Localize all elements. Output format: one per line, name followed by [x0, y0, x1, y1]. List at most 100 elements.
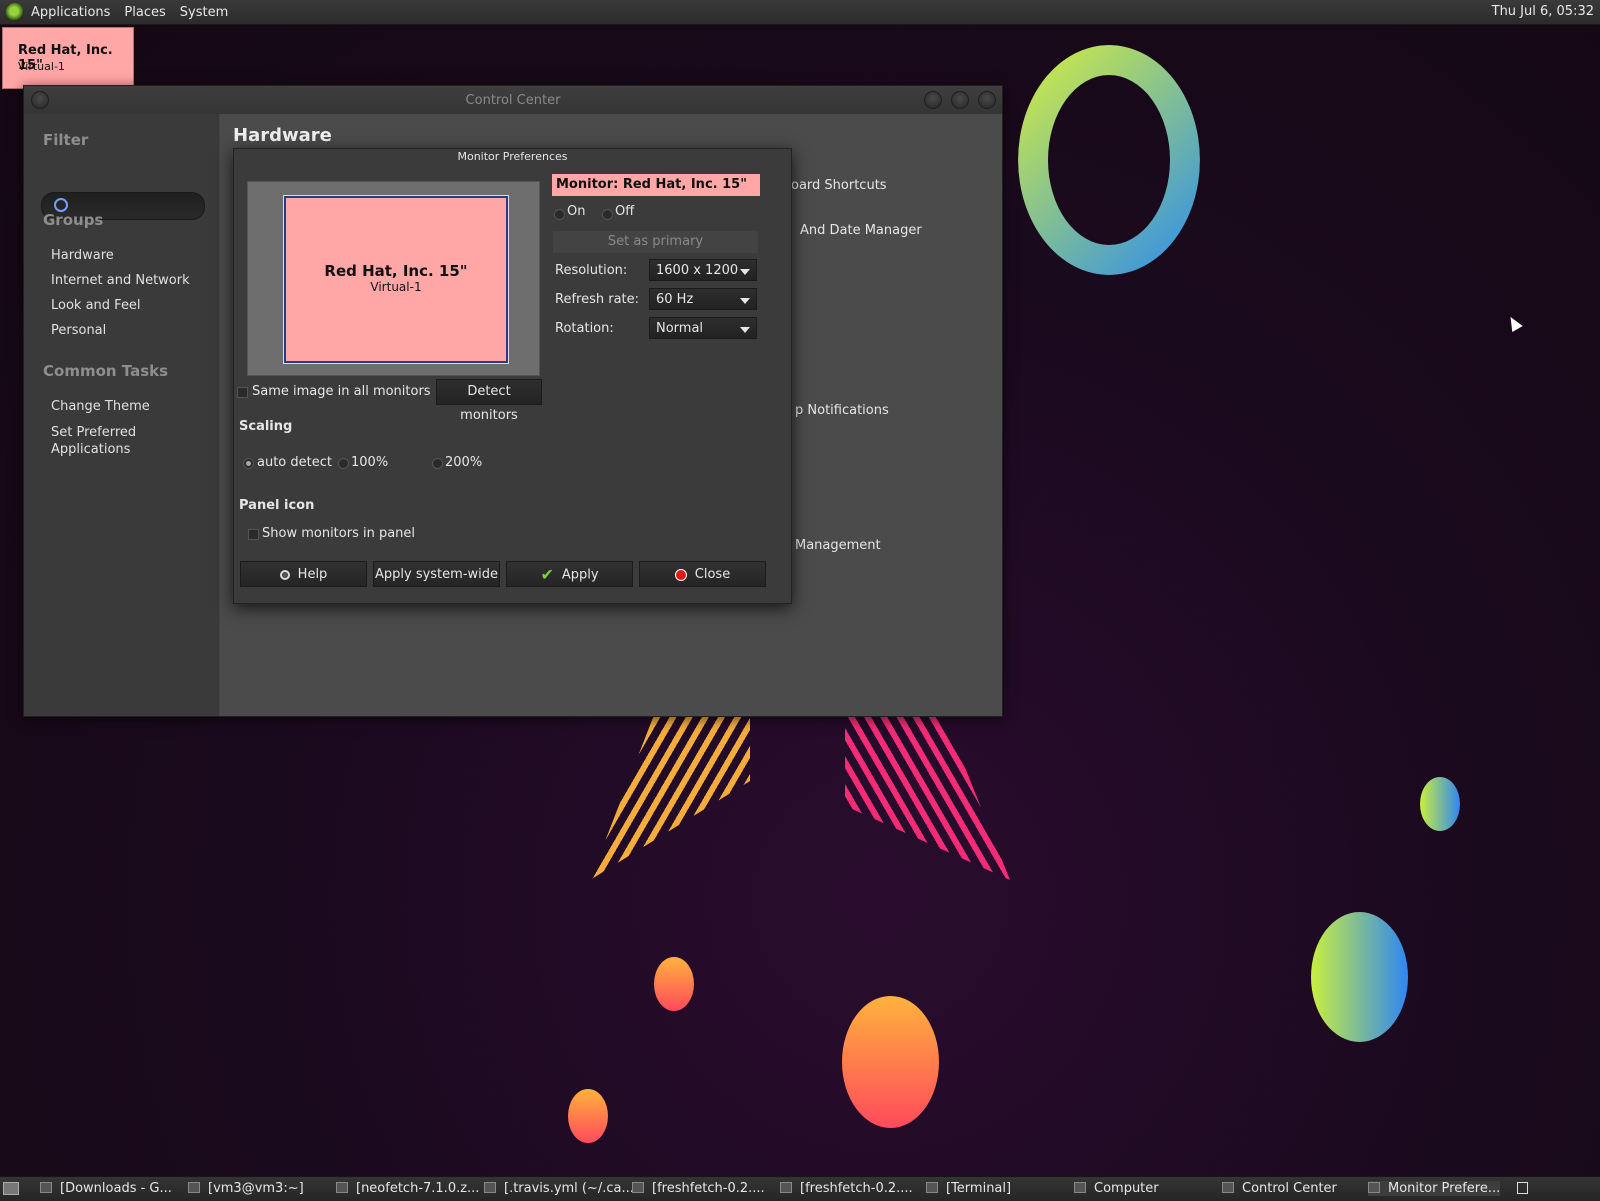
sidebar-item-look-and-feel[interactable]: Look and Feel	[51, 298, 141, 313]
task-vm3-terminal[interactable]: [vm3@vm3:~]	[188, 1181, 304, 1196]
workspace-switcher-icon[interactable]	[1517, 1182, 1528, 1194]
task-monitor-preferences[interactable]: Monitor Prefere...	[1368, 1181, 1501, 1196]
monitor-layout-preview[interactable]: Red Hat, Inc. 15" Virtual-1	[247, 181, 540, 376]
task-label: [Downloads - G...	[60, 1181, 172, 1196]
wallpaper-blob	[1420, 777, 1460, 831]
task-label: Monitor Prefere...	[1388, 1181, 1501, 1196]
filter-heading: Filter	[43, 131, 89, 149]
sidebar-item-personal[interactable]: Personal	[51, 323, 106, 338]
terminal-icon	[926, 1182, 938, 1193]
scaling-200-label[interactable]: 200%	[445, 455, 482, 470]
archive-icon	[780, 1182, 792, 1193]
search-icon	[54, 198, 68, 212]
task-change-theme[interactable]: Change Theme	[51, 399, 150, 414]
apply-button[interactable]: ✔ Apply	[506, 561, 633, 587]
menu-applications[interactable]: Applications	[24, 5, 117, 20]
on-radio[interactable]	[554, 209, 565, 220]
chevron-down-icon	[740, 327, 750, 333]
scaling-heading: Scaling	[239, 419, 293, 434]
clock[interactable]: Thu Jul 6, 05:32	[1492, 4, 1594, 19]
mate-logo-icon[interactable]	[6, 3, 24, 21]
task-travis-yml[interactable]: [.travis.yml (~/.ca...	[484, 1181, 634, 1196]
resolution-select[interactable]: 1600 x 1200	[649, 259, 757, 281]
monitor-name-label: Monitor: Red Hat, Inc. 15"	[552, 174, 760, 196]
common-tasks-heading: Common Tasks	[43, 362, 169, 380]
sidebar-item-hardware[interactable]: Hardware	[51, 248, 114, 263]
show-in-panel-checkbox[interactable]	[248, 529, 259, 540]
task-control-center[interactable]: Control Center	[1222, 1181, 1337, 1196]
wallpaper-blob	[654, 957, 694, 1011]
monitor-osd-label: Red Hat, Inc. 15" Virtual-1	[2, 27, 134, 89]
resolution-value: 1600 x 1200	[656, 263, 739, 278]
wallpaper-blob	[568, 1089, 608, 1143]
same-image-label[interactable]: Same image in all monitors	[252, 384, 431, 399]
preview-monitor[interactable]: Red Hat, Inc. 15" Virtual-1	[283, 195, 509, 364]
wallpaper-stripes-left	[590, 715, 750, 880]
sidebar: Filter Groups Hardware Internet and Netw…	[24, 114, 219, 716]
panel-icon-heading: Panel icon	[239, 498, 315, 513]
scaling-100-radio[interactable]	[338, 458, 349, 469]
menu-system[interactable]: System	[173, 5, 235, 20]
wallpaper-stripes-right	[845, 715, 1010, 880]
scaling-auto-radio[interactable]	[243, 458, 254, 469]
rotation-value: Normal	[656, 321, 704, 336]
show-desktop-icon[interactable]	[3, 1182, 19, 1195]
groups-heading: Groups	[43, 211, 104, 229]
task-freshfetch-1[interactable]: [freshfetch-0.2....	[632, 1181, 765, 1196]
on-label[interactable]: On	[567, 204, 585, 219]
help-button[interactable]: Help	[240, 561, 367, 587]
apply-button-label: Apply	[561, 567, 599, 583]
sidebar-item-internet[interactable]: Internet and Network	[51, 273, 190, 288]
off-radio[interactable]	[602, 209, 613, 220]
text-editor-icon	[484, 1182, 496, 1193]
same-image-checkbox[interactable]	[237, 387, 248, 398]
scaling-auto-label[interactable]: auto detect	[257, 455, 332, 470]
monitor-preferences-dialog: Monitor Preferences Red Hat, Inc. 15" Vi…	[233, 148, 792, 604]
set-as-primary-button[interactable]: Set as primary	[553, 231, 758, 253]
monitor-icon	[1368, 1182, 1380, 1193]
dialog-title[interactable]: Monitor Preferences	[234, 150, 791, 168]
task-downloads[interactable]: [Downloads - G...	[40, 1181, 172, 1196]
item-popup-notifications[interactable]: p Notifications	[795, 403, 889, 418]
show-in-panel-label[interactable]: Show monitors in panel	[262, 526, 415, 541]
scaling-200-radio[interactable]	[432, 458, 443, 469]
task-label: [Terminal]	[946, 1181, 1012, 1196]
apply-system-wide-button[interactable]: Apply system-wide	[373, 561, 500, 587]
archive-icon	[632, 1182, 644, 1193]
mouse-cursor	[1505, 313, 1523, 333]
task-label: [vm3@vm3:~]	[208, 1181, 304, 1196]
scaling-100-label[interactable]: 100%	[351, 455, 388, 470]
item-keyboard-shortcuts[interactable]: oard Shortcuts	[791, 178, 887, 193]
task-terminal[interactable]: [Terminal]	[926, 1181, 1011, 1196]
task-label: [freshfetch-0.2....	[800, 1181, 913, 1196]
osd-monitor-port: Virtual-1	[18, 60, 65, 73]
item-power-management[interactable]: Management	[795, 538, 881, 553]
rotation-select[interactable]: Normal	[649, 317, 757, 339]
refresh-rate-label: Refresh rate:	[555, 292, 640, 307]
preview-monitor-name: Red Hat, Inc. 15"	[324, 262, 468, 280]
refresh-rate-select[interactable]: 60 Hz	[649, 288, 757, 310]
help-icon	[279, 569, 290, 580]
item-time-date-manager[interactable]: And Date Manager	[800, 223, 922, 238]
task-neofetch[interactable]: [neofetch-7.1.0.z...	[336, 1181, 479, 1196]
window-title: Control Center	[465, 93, 561, 108]
minimize-icon[interactable]	[924, 91, 942, 109]
window-titlebar[interactable]: Control Center	[24, 86, 1002, 114]
task-label: [neofetch-7.1.0.z...	[356, 1181, 480, 1196]
apply-system-wide-label: Apply system-wide	[374, 567, 499, 582]
close-button[interactable]: Close	[639, 561, 766, 587]
maximize-icon[interactable]	[951, 91, 969, 109]
task-computer[interactable]: Computer	[1074, 1181, 1159, 1196]
menu-places[interactable]: Places	[117, 5, 172, 20]
help-button-label: Help	[297, 567, 328, 582]
top-panel: Applications Places System ⋮ Thu Jul 6, …	[0, 0, 1600, 25]
wallpaper-ring	[1018, 45, 1200, 275]
task-freshfetch-2[interactable]: [freshfetch-0.2....	[780, 1181, 913, 1196]
task-set-preferred-apps[interactable]: Set Preferred Applications	[51, 424, 161, 458]
task-label: Control Center	[1242, 1181, 1337, 1196]
detect-monitors-button[interactable]: Detect monitors	[436, 379, 542, 423]
terminal-icon	[188, 1182, 200, 1193]
close-icon[interactable]	[978, 91, 996, 109]
off-label[interactable]: Off	[615, 204, 634, 219]
chevron-down-icon	[740, 298, 750, 304]
